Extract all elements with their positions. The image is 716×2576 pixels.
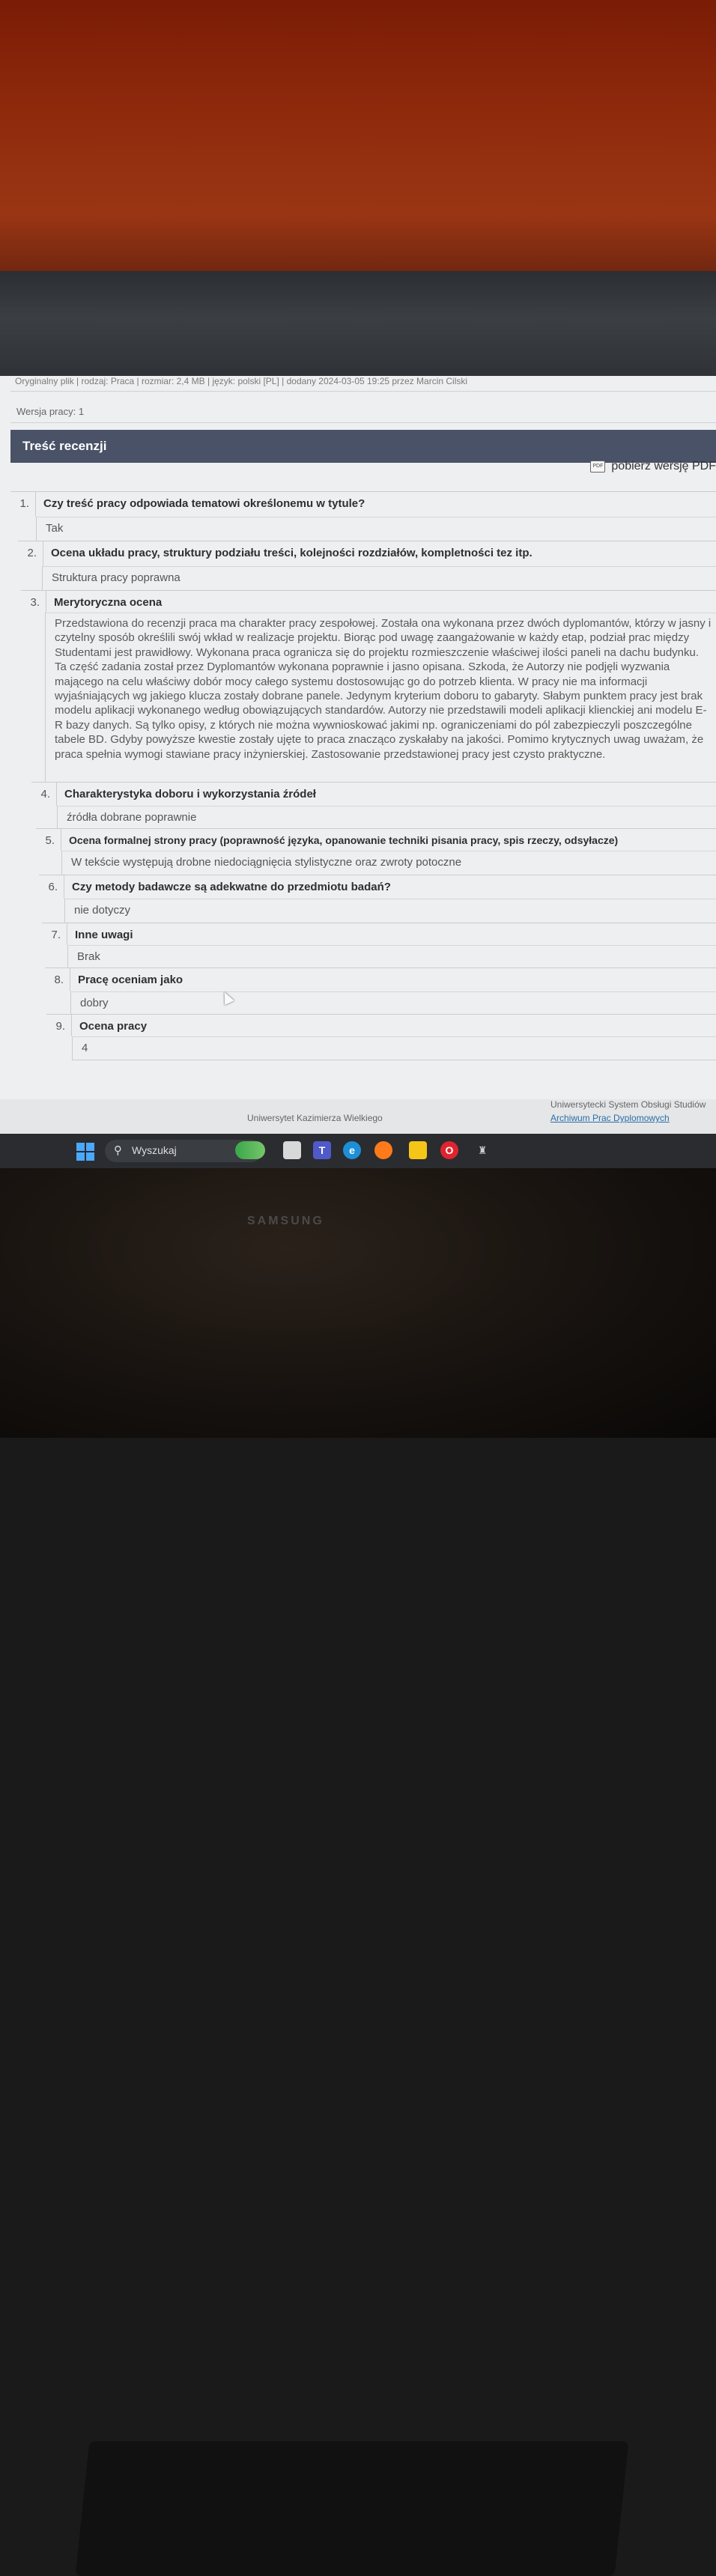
question-title: Ocena formalnej strony pracy (poprawność… bbox=[69, 834, 619, 846]
question-title: Czy treść pracy odpowiada tematowi okreś… bbox=[43, 497, 365, 510]
answer-text: Struktura pracy poprawna bbox=[42, 566, 716, 590]
question-row: 7. Inne uwagi bbox=[42, 923, 716, 945]
file-meta-line: Oryginalny plik | rodzaj: Praca | rozmia… bbox=[15, 376, 468, 386]
file-explorer-icon[interactable] bbox=[409, 1141, 427, 1159]
question-title: Ocena układu pracy, struktury podziału t… bbox=[51, 547, 533, 559]
review-page: Oryginalny plik | rodzaj: Praca | rozmia… bbox=[0, 376, 716, 1099]
version-label: Wersja pracy: 1 bbox=[16, 406, 85, 417]
pdf-icon: PDF bbox=[590, 461, 606, 473]
opera-icon[interactable]: O bbox=[440, 1141, 458, 1159]
question-row: 3. Merytoryczna ocena bbox=[21, 590, 716, 613]
keyboard bbox=[75, 2441, 629, 2576]
monitor-brand: SAMSUNG bbox=[247, 1215, 324, 1227]
windows-taskbar: ⚲ Wyszukaj T e O ♜ bbox=[0, 1134, 716, 1168]
download-pdf-link[interactable]: PDF pobierz wersję PDF bbox=[590, 460, 716, 473]
widgets-icon[interactable] bbox=[235, 1141, 265, 1159]
question-row: 8. Pracę oceniam jako bbox=[45, 967, 716, 991]
download-pdf-label: pobierz wersję PDF bbox=[611, 460, 716, 473]
game-icon[interactable]: ♜ bbox=[473, 1141, 491, 1159]
answer-text: Tak bbox=[36, 517, 716, 541]
answer-text: Przedstawiona do recenzji praca ma chara… bbox=[45, 613, 716, 782]
question-number: 4. bbox=[31, 783, 57, 806]
screen: Oryginalny plik | rodzaj: Praca | rozmia… bbox=[0, 376, 716, 1170]
question-title: Charakterystyka doboru i wykorzystania ź… bbox=[64, 788, 316, 801]
question-number: 2. bbox=[18, 541, 43, 566]
question-number: 5. bbox=[36, 829, 61, 851]
search-icon: ⚲ bbox=[114, 1144, 122, 1157]
task-view-icon[interactable] bbox=[283, 1141, 301, 1159]
question-number: 9. bbox=[46, 1015, 72, 1036]
answer-text: źródła dobrane poprawnie bbox=[57, 806, 716, 828]
background-wall bbox=[0, 0, 716, 285]
archive-link[interactable]: Archiwum Prac Dyplomowych bbox=[550, 1113, 670, 1123]
review-header: Treść recenzji bbox=[10, 430, 716, 463]
question-title: Czy metody badawcze są adekwatne do prze… bbox=[72, 881, 391, 893]
question-title: Merytoryczna ocena bbox=[54, 596, 163, 609]
question-number: 8. bbox=[45, 968, 70, 991]
question-number: 6. bbox=[39, 875, 64, 899]
question-row: 9. Ocena pracy bbox=[46, 1014, 716, 1036]
question-title: Inne uwagi bbox=[75, 929, 133, 941]
monitor-bezel bbox=[0, 271, 716, 376]
answer-text: nie dotyczy bbox=[64, 899, 716, 923]
edge-icon[interactable]: e bbox=[343, 1141, 361, 1159]
answer-text: Brak bbox=[67, 945, 716, 967]
question-number: 7. bbox=[42, 923, 67, 945]
question-title: Pracę oceniam jako bbox=[78, 973, 183, 986]
question-row: 2. Ocena układu pracy, struktury podział… bbox=[18, 541, 716, 566]
firefox-icon[interactable] bbox=[374, 1141, 392, 1159]
answer-text: dobry bbox=[70, 991, 716, 1014]
answer-text: 4 bbox=[72, 1036, 716, 1060]
question-row: 1. Czy treść pracy odpowiada tematowi ok… bbox=[10, 491, 716, 517]
desk-area bbox=[0, 1168, 716, 2576]
question-row: 4. Charakterystyka doboru i wykorzystani… bbox=[31, 782, 716, 806]
answer-text: W tekście występują drobne niedociągnięc… bbox=[61, 851, 716, 875]
question-number: 1. bbox=[10, 492, 36, 517]
windows-start-icon[interactable] bbox=[76, 1143, 94, 1161]
question-row: 6. Czy metody badawcze są adekwatne do p… bbox=[39, 875, 716, 899]
search-placeholder: Wyszukaj bbox=[132, 1144, 177, 1156]
usos-label: Uniwersytecki System Obsługi Studiów bbox=[550, 1099, 706, 1110]
university-link[interactable]: Uniwersytet Kazimierza Wielkiego bbox=[247, 1113, 383, 1123]
question-title: Ocena pracy bbox=[79, 1020, 148, 1033]
teams-icon[interactable]: T bbox=[313, 1141, 331, 1159]
question-number: 3. bbox=[21, 591, 46, 613]
question-row: 5. Ocena formalnej strony pracy (poprawn… bbox=[36, 828, 716, 851]
